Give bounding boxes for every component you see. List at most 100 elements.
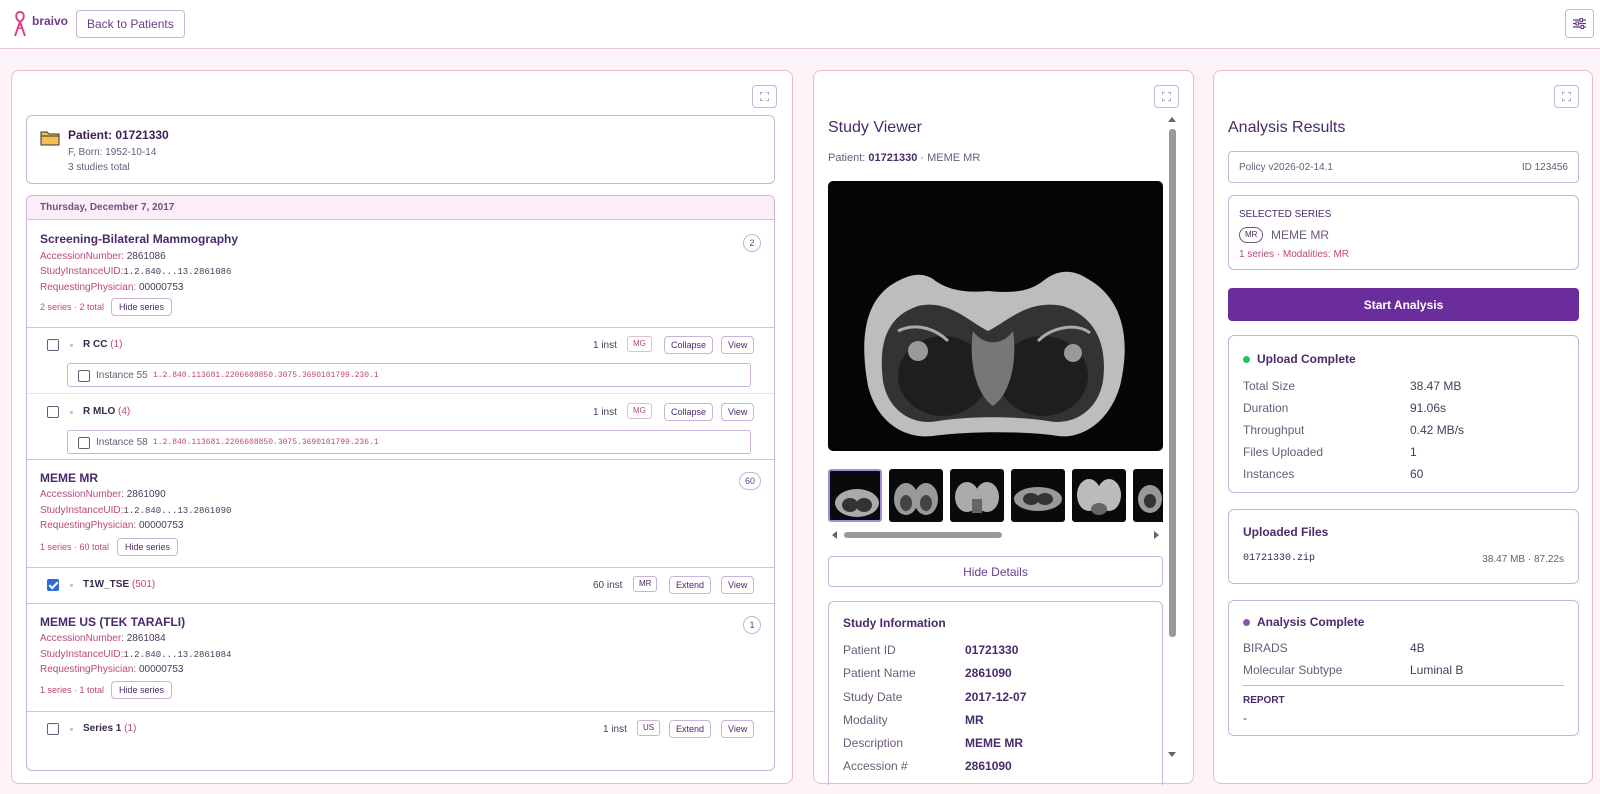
analysis-results-panel: Analysis Results Policy v2026-02-14.1 ID…: [1213, 70, 1593, 784]
info-value: MR: [965, 713, 984, 727]
patient-card[interactable]: Patient: 01721330 F, Born: 1952-10-14 3 …: [26, 115, 775, 184]
report-caption: REPORT: [1243, 695, 1285, 706]
collapse-button[interactable]: Collapse: [664, 403, 714, 421]
study-item[interactable]: MEME US (TEK TARAFLI) 1 AccessionNumber:…: [27, 604, 774, 712]
study-information-card: Study Information Patient ID 01721330 Pa…: [828, 601, 1163, 785]
instance-item[interactable]: Instance 58 1.2.840.113681.2206608850.30…: [67, 430, 751, 454]
study-title: MEME MR: [40, 471, 98, 485]
upload-value: 0.42 MB/s: [1410, 423, 1465, 437]
thumbnail[interactable]: [828, 469, 882, 522]
selected-series-summary: 1 series · Modalities: MR: [1239, 249, 1350, 260]
instance-item[interactable]: Instance 55 1.2.840.113681.2206608850.30…: [67, 363, 751, 387]
scroll-down-arrow-icon[interactable]: [1168, 752, 1176, 757]
file-name[interactable]: 01721330.zip: [1243, 553, 1315, 564]
expand-button[interactable]: [752, 85, 777, 108]
bullet: [70, 344, 73, 347]
scroll-left-arrow-icon[interactable]: [832, 531, 837, 539]
back-to-patients-button[interactable]: Back to Patients: [76, 10, 185, 38]
thumbnail[interactable]: [1133, 469, 1163, 522]
file-meta: 38.47 MB · 87.22s: [1482, 554, 1564, 565]
scrollbar-thumb[interactable]: [1169, 129, 1176, 637]
extend-button[interactable]: Extend: [669, 720, 712, 738]
modality-badge: MR: [1239, 227, 1264, 243]
view-button[interactable]: View: [721, 336, 755, 354]
hide-series-button[interactable]: Hide series: [117, 538, 179, 556]
study-instance-uid: StudyInstanceUID:1.2.840...13.2861084: [40, 649, 232, 660]
hide-details-button[interactable]: Hide Details: [828, 556, 1163, 587]
series-row[interactable]: T1W_TSE (501) 60 inst MR Extend View: [27, 568, 774, 604]
study-viewer-panel: Study Viewer Patient: 01721330 · MEME MR: [813, 70, 1194, 785]
series-row[interactable]: Series 1 (1) 1 inst US Extend View: [27, 712, 774, 748]
instance-count: 1 inst: [603, 724, 627, 735]
info-value: 2017-12-07: [965, 690, 1027, 704]
upload-label: Throughput: [1243, 423, 1305, 437]
thumbnail[interactable]: [950, 469, 1004, 522]
report-value: -: [1243, 711, 1247, 725]
series-row[interactable]: R CC (1) 1 inst MG Collapse View Instanc…: [27, 328, 774, 394]
instance-count: 1 inst: [593, 407, 617, 418]
scroll-up-arrow-icon[interactable]: [1168, 117, 1176, 122]
viewer-scrollbar[interactable]: [1167, 117, 1177, 757]
study-instance-uid: StudyInstanceUID:1.2.840...13.2861090: [40, 505, 232, 516]
study-item[interactable]: Screening-Bilateral Mammography 2 Access…: [27, 220, 774, 328]
series-row[interactable]: R MLO (4) 1 inst MG Collapse View Instan…: [27, 394, 774, 460]
upload-value: 60: [1410, 467, 1424, 481]
upload-label: Instances: [1243, 467, 1295, 481]
info-value: 01721330: [965, 643, 1019, 657]
viewer-subtitle: Patient: 01721330 · MEME MR: [828, 152, 981, 164]
series-name: R CC (1): [83, 339, 123, 350]
accession-number: AccessionNumber: 2861090: [40, 489, 166, 500]
instance-checkbox[interactable]: [78, 437, 90, 449]
thumbnail[interactable]: [889, 469, 943, 522]
scrollbar-thumb[interactable]: [844, 532, 1002, 538]
study-count-badge: 1: [743, 616, 761, 634]
info-value: 2861090: [965, 666, 1012, 680]
info-label: Accession #: [843, 759, 908, 773]
series-checkbox[interactable]: [47, 339, 59, 351]
policy-box: Policy v2026-02-14.1 ID 123456: [1228, 151, 1579, 183]
instance-checkbox[interactable]: [78, 370, 90, 382]
series-checkbox[interactable]: [47, 406, 59, 418]
thumbnail[interactable]: [1011, 469, 1065, 522]
selected-series-name: MEME MR: [1271, 228, 1329, 242]
view-button[interactable]: View: [721, 720, 755, 738]
uploaded-files-card: Uploaded Files 01721330.zip 38.47 MB · 8…: [1228, 509, 1579, 584]
modality-badge: MG: [627, 403, 652, 419]
hide-series-button[interactable]: Hide series: [111, 681, 173, 699]
mri-image[interactable]: [828, 181, 1163, 451]
requesting-physician: RequestingPhysician: 00000753: [40, 282, 184, 293]
modality-badge: MR: [633, 576, 658, 592]
study-count-badge: 60: [738, 472, 761, 490]
bullet: [70, 411, 73, 414]
analysis-complete-title: Analysis Complete: [1257, 615, 1365, 629]
expand-button[interactable]: [1554, 85, 1579, 108]
series-checkbox[interactable]: [47, 723, 59, 735]
patient-studies-total: 3 studies total: [68, 162, 130, 173]
hide-series-button[interactable]: Hide series: [111, 298, 173, 316]
selected-series-caption: SELECTED SERIES: [1239, 209, 1332, 220]
view-button[interactable]: View: [721, 403, 755, 421]
series-name: Series 1 (1): [83, 723, 137, 734]
extend-button[interactable]: Extend: [669, 576, 712, 594]
thumbnail[interactable]: [1072, 469, 1126, 522]
study-list: Thursday, December 7, 2017 Screening-Bil…: [26, 195, 775, 771]
thumbnail-scrollbar[interactable]: [828, 530, 1163, 540]
divider: [1243, 685, 1564, 686]
study-count-badge: 2: [743, 234, 761, 252]
view-button[interactable]: View: [721, 576, 755, 594]
folder-icon: [40, 131, 60, 146]
study-instance-uid: StudyInstanceUID:1.2.840...13.2861086: [40, 266, 232, 277]
viewer-title: Study Viewer: [828, 119, 922, 136]
instance-uid: 1.2.840.113681.2206608850.3075.369010179…: [153, 438, 379, 447]
instance-count: 1 inst: [593, 340, 617, 351]
expand-button[interactable]: [1154, 85, 1179, 108]
collapse-button[interactable]: Collapse: [664, 336, 714, 354]
info-label: Patient Name: [843, 666, 916, 680]
series-checkbox[interactable]: [47, 579, 59, 591]
series-count: 1 series · 60 total: [40, 542, 110, 552]
study-item[interactable]: MEME MR 60 AccessionNumber: 2861090 Stud…: [27, 460, 774, 568]
app-logo[interactable]: braivo: [12, 10, 68, 38]
start-analysis-button[interactable]: Start Analysis: [1228, 288, 1579, 321]
settings-button[interactable]: [1565, 9, 1594, 38]
scroll-right-arrow-icon[interactable]: [1154, 531, 1159, 539]
